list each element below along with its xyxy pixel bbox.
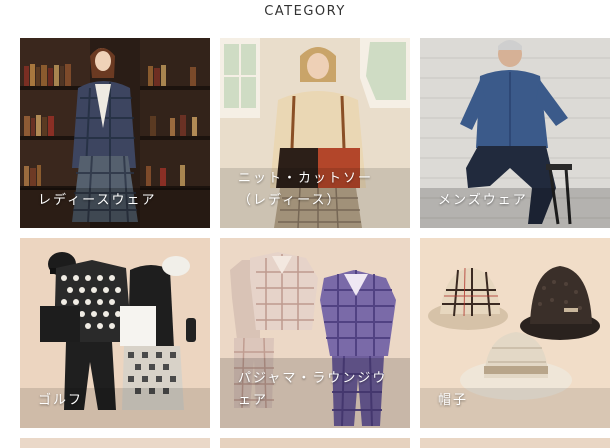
category-label: ニット・カットソー （レディース） [238,171,374,208]
category-grid: レディースウェア ニット・カットソー （レディース） メンズウェア ゴルフ パジ… [20,38,610,448]
category-card-knit-cutsew[interactable]: ニット・カットソー （レディース） [220,38,410,228]
category-card-partial[interactable] [20,438,210,448]
category-label: ゴルフ [38,393,84,408]
category-card-pajama-loungewear[interactable]: パジャマ・ラウンジウ ェア [220,238,410,428]
category-card-ladies-wear[interactable]: レディースウェア [20,38,210,228]
category-card-partial[interactable] [220,438,410,448]
section-title: CATEGORY [264,4,346,19]
category-label: レディースウェア [38,193,157,208]
category-label: 帽子 [438,393,469,408]
category-label: パジャマ・ラウンジウ ェア [238,371,388,408]
category-card-partial[interactable] [420,438,610,448]
category-card-golf[interactable]: ゴルフ [20,238,210,428]
category-card-hats[interactable]: 帽子 [420,238,610,428]
category-card-mens-wear[interactable]: メンズウェア [420,38,610,228]
category-label: メンズウェア [438,193,528,208]
category-page: CATEGORY レディースウェア ニット・カットソー （レディース） メンズウ… [0,0,610,448]
